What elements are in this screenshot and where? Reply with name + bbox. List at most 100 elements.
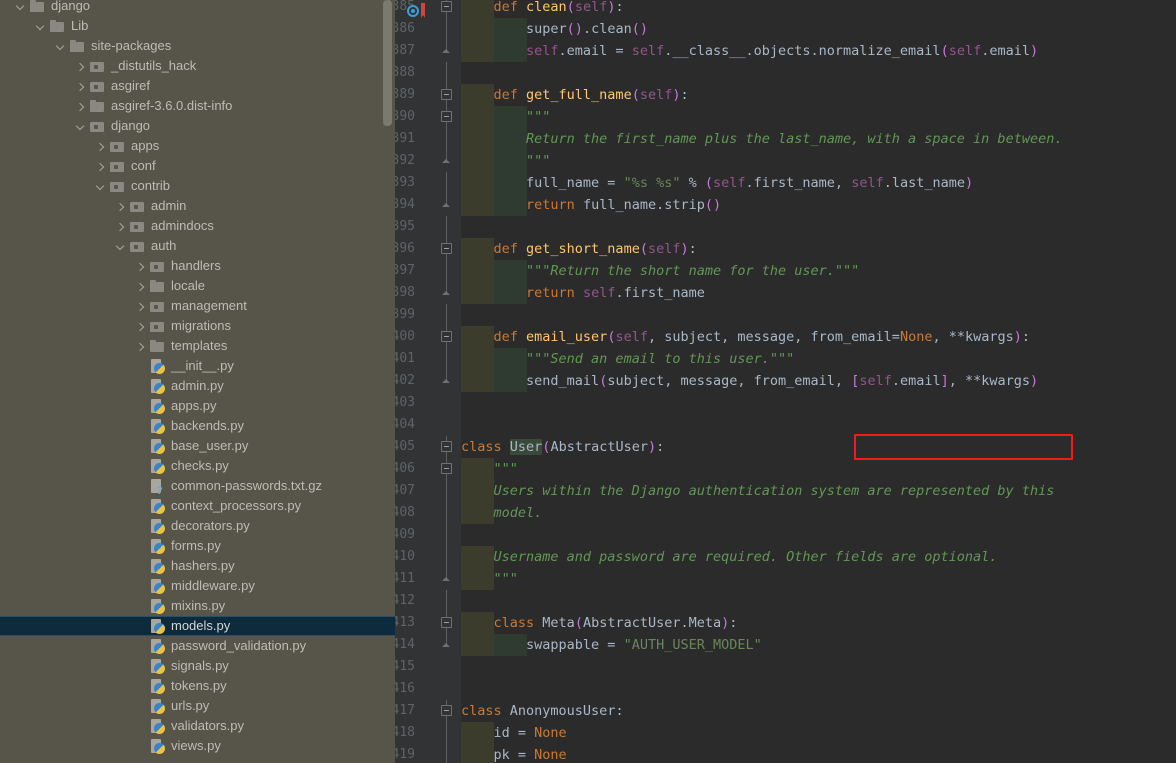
code-line[interactable]: def email_user(self, subject, message, f… (461, 326, 1176, 348)
tree-item[interactable]: context_processors.py (0, 496, 395, 516)
code-editor-panel[interactable]: 3853863873883893903913923933943953963973… (395, 0, 1176, 763)
code-fold-marker[interactable] (440, 744, 452, 763)
code-line[interactable]: model. (461, 502, 1176, 524)
chevron-right-icon[interactable] (94, 160, 107, 173)
tree-item[interactable]: migrations (0, 316, 395, 336)
tree-item[interactable]: middleware.py (0, 576, 395, 596)
chevron-right-icon[interactable] (114, 220, 127, 233)
code-fold-marker[interactable] (440, 0, 452, 18)
code-line[interactable] (461, 656, 1176, 678)
chevron-right-icon[interactable] (74, 60, 87, 73)
editor-gutter[interactable]: 3853863873883893903913923933943953963973… (395, 0, 461, 763)
code-line[interactable]: pk = None (461, 744, 1176, 763)
code-line[interactable]: full_name = "%s %s" % (self.first_name, … (461, 172, 1176, 194)
code-line[interactable]: return full_name.strip() (461, 194, 1176, 216)
code-line[interactable]: Return the first_name plus the last_name… (461, 128, 1176, 150)
code-fold-marker[interactable] (440, 304, 452, 326)
code-fold-marker[interactable] (440, 216, 452, 238)
code-fold-marker[interactable] (440, 700, 452, 722)
code-line[interactable] (461, 590, 1176, 612)
code-line[interactable]: self.email = self.__class__.objects.norm… (461, 40, 1176, 62)
code-line[interactable]: """ (461, 106, 1176, 128)
code-fold-marker[interactable] (440, 480, 452, 502)
code-fold-marker[interactable] (440, 282, 452, 304)
tree-item[interactable]: site-packages (0, 36, 395, 56)
chevron-down-icon[interactable] (14, 0, 27, 13)
tree-item[interactable]: templates (0, 336, 395, 356)
code-line[interactable]: def get_full_name(self): (461, 84, 1176, 106)
code-fold-marker[interactable] (440, 568, 452, 590)
chevron-right-icon[interactable] (134, 340, 147, 353)
code-fold-marker[interactable] (440, 128, 452, 150)
tree-item[interactable]: hashers.py (0, 556, 395, 576)
project-tree-panel[interactable]: django Lib site-packages _distutils_hack asg… (0, 0, 395, 763)
override-method-icon[interactable] (407, 5, 419, 17)
code-line[interactable]: class User(AbstractUser): (461, 436, 1176, 458)
code-fold-marker[interactable] (440, 150, 452, 172)
tree-item-selected[interactable]: models.py (0, 616, 395, 636)
tree-item[interactable]: auth (0, 236, 395, 256)
chevron-right-icon[interactable] (74, 80, 87, 93)
code-line[interactable] (461, 414, 1176, 436)
chevron-down-icon[interactable] (54, 40, 67, 53)
code-line[interactable] (461, 678, 1176, 700)
code-fold-marker[interactable] (440, 348, 452, 370)
project-tree-scrollbar[interactable] (383, 0, 392, 126)
tree-item[interactable]: admindocs (0, 216, 395, 236)
code-line[interactable]: def clean(self): (461, 0, 1176, 18)
tree-item[interactable]: urls.py (0, 696, 395, 716)
code-line[interactable] (461, 392, 1176, 414)
code-fold-marker[interactable] (440, 18, 452, 40)
code-line[interactable]: """ (461, 568, 1176, 590)
tree-item[interactable]: _distutils_hack (0, 56, 395, 76)
code-line[interactable] (461, 62, 1176, 84)
vcs-change-marker-icon[interactable] (421, 3, 425, 18)
chevron-right-icon[interactable] (134, 300, 147, 313)
tree-item[interactable]: apps.py (0, 396, 395, 416)
tree-item[interactable]: conf (0, 156, 395, 176)
tree-item[interactable]: decorators.py (0, 516, 395, 536)
tree-item[interactable]: signals.py (0, 656, 395, 676)
tree-item[interactable]: forms.py (0, 536, 395, 556)
code-fold-marker[interactable] (440, 194, 452, 216)
code-line[interactable]: class Meta(AbstractUser.Meta): (461, 612, 1176, 634)
tree-item[interactable]: contrib (0, 176, 395, 196)
code-fold-marker[interactable] (440, 612, 452, 634)
tree-item[interactable]: django (0, 0, 395, 16)
tree-item[interactable]: backends.py (0, 416, 395, 436)
code-line[interactable]: super().clean() (461, 18, 1176, 40)
code-fold-marker[interactable] (440, 546, 452, 568)
code-line[interactable]: Username and password are required. Othe… (461, 546, 1176, 568)
code-fold-marker[interactable] (440, 172, 452, 194)
chevron-right-icon[interactable] (134, 260, 147, 273)
code-line[interactable]: def get_short_name(self): (461, 238, 1176, 260)
code-line[interactable]: send_mail(subject, message, from_email, … (461, 370, 1176, 392)
tree-item[interactable]: base_user.py (0, 436, 395, 456)
chevron-right-icon[interactable] (134, 320, 147, 333)
code-fold-marker[interactable] (440, 590, 452, 612)
code-line[interactable]: """Send an email to this user.""" (461, 348, 1176, 370)
chevron-right-icon[interactable] (114, 200, 127, 213)
tree-item[interactable]: asgiref (0, 76, 395, 96)
code-fold-marker[interactable] (440, 634, 452, 656)
tree-item[interactable]: django (0, 116, 395, 136)
code-line[interactable] (461, 524, 1176, 546)
code-fold-marker[interactable] (440, 722, 452, 744)
code-fold-marker[interactable] (440, 238, 452, 260)
tree-item[interactable]: password_validation.py (0, 636, 395, 656)
code-fold-marker[interactable] (440, 106, 452, 128)
code-fold-marker[interactable] (440, 62, 452, 84)
chevron-right-icon[interactable] (94, 140, 107, 153)
chevron-down-icon[interactable] (114, 240, 127, 253)
code-line[interactable]: """ (461, 458, 1176, 480)
code-line[interactable]: class AnonymousUser: (461, 700, 1176, 722)
tree-item[interactable]: __init__.py (0, 356, 395, 376)
chevron-right-icon[interactable] (74, 100, 87, 113)
chevron-down-icon[interactable] (34, 20, 47, 33)
tree-item[interactable]: admin.py (0, 376, 395, 396)
tree-item[interactable]: validators.py (0, 716, 395, 736)
tree-item[interactable]: handlers (0, 256, 395, 276)
code-line[interactable] (461, 304, 1176, 326)
editor-code-area[interactable]: def clean(self): super().clean() self.em… (461, 0, 1176, 763)
tree-item[interactable]: mixins.py (0, 596, 395, 616)
